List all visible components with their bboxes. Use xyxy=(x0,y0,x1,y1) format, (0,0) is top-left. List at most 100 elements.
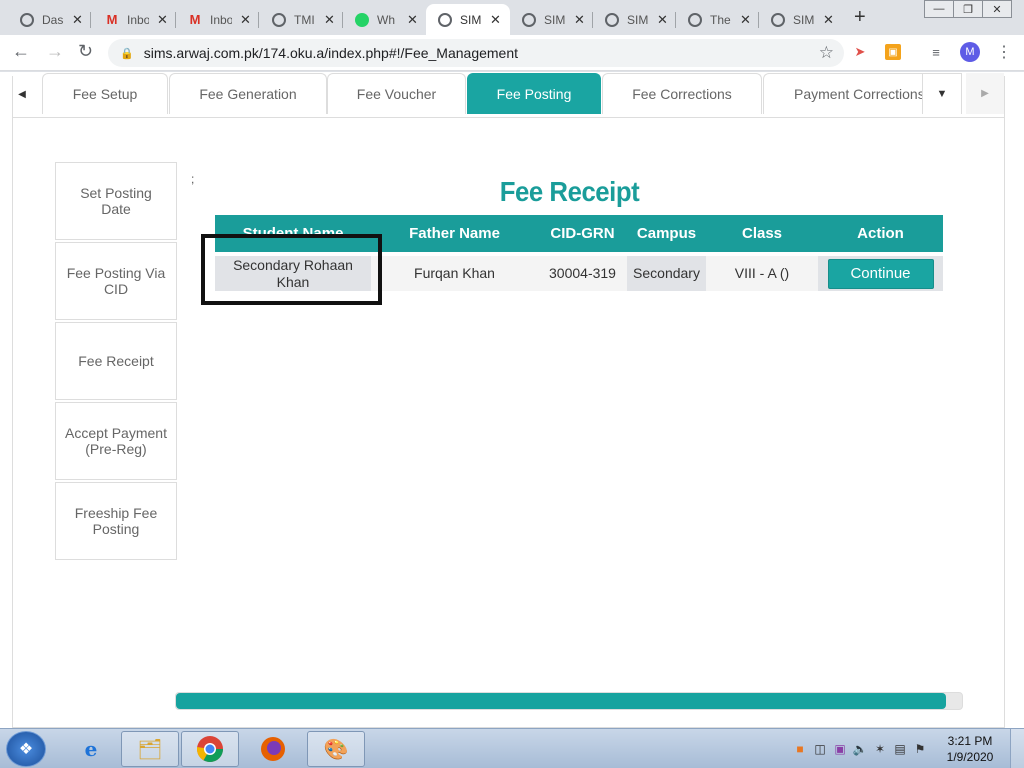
bluetooth-icon[interactable]: ✶ xyxy=(870,742,890,756)
browser-tab[interactable]: Wh ✕ xyxy=(343,4,423,35)
browser-tab[interactable]: M Inbo ✕ xyxy=(93,4,173,35)
column-header-action: Action xyxy=(818,215,943,254)
address-bar[interactable]: 🔒 sims.arwaj.com.pk/174.oku.a/index.php#… xyxy=(108,39,844,67)
column-header-father-name: Father Name xyxy=(371,215,538,254)
fee-posting-side-nav: Set Posting Date Fee Posting Via CID Fee… xyxy=(55,162,177,562)
close-tab-icon[interactable]: ✕ xyxy=(823,12,834,28)
restore-icon[interactable]: ❐ xyxy=(953,0,983,18)
action-center-flag-icon[interactable]: ⚑ xyxy=(910,742,930,756)
tray-app2-icon[interactable]: ▣ xyxy=(830,742,850,756)
globe-icon xyxy=(272,12,286,27)
close-tab-icon[interactable]: ✕ xyxy=(240,12,251,28)
cell-action: Continue xyxy=(818,252,943,291)
chrome-icon[interactable] xyxy=(181,731,239,767)
table-row: Secondary Rohaan Khan Furqan Khan 30004-… xyxy=(215,252,943,291)
close-tab-icon[interactable]: ✕ xyxy=(657,12,668,28)
globe-icon xyxy=(522,12,536,27)
sidenav-item-fee-receipt[interactable]: Fee Receipt xyxy=(55,322,177,400)
progress-bar xyxy=(175,692,963,710)
browser-tab[interactable]: The ✕ xyxy=(676,4,756,35)
close-tab-icon[interactable]: ✕ xyxy=(574,12,585,28)
globe-icon xyxy=(20,12,34,27)
browser-tab-title: Inbo xyxy=(210,12,232,27)
tabs-dropdown-icon[interactable]: ▼ xyxy=(922,73,962,114)
windows-start-icon[interactable]: ❖ xyxy=(6,731,46,767)
clock-date: 1/9/2020 xyxy=(946,750,994,764)
taskbar-clock[interactable]: 3:21 PM 1/9/2020 xyxy=(930,733,1010,765)
windows-taskbar: ❖ e 🗂 🎨 ■ ◫ ▣ 🔈 ✶ ▤ ⚑ 3:21 PM 1/9/2020 xyxy=(0,728,1024,768)
close-tab-icon[interactable]: ✕ xyxy=(490,12,501,28)
more-menu-icon[interactable]: ⋮ xyxy=(996,42,1012,62)
browser-tab-active[interactable]: SIM ✕ xyxy=(426,4,510,35)
globe-icon xyxy=(771,12,785,27)
browser-tab-title: SIM xyxy=(627,12,649,27)
close-tab-icon[interactable]: ✕ xyxy=(740,12,751,28)
gmail-icon: M xyxy=(189,12,201,27)
close-tab-icon[interactable]: ✕ xyxy=(324,12,335,28)
whatsapp-icon xyxy=(355,12,369,27)
window-controls: — ❐ ✕ xyxy=(924,0,1012,18)
column-header-campus: Campus xyxy=(627,215,706,254)
browser-tab-title: SIM xyxy=(793,12,815,27)
tab-fee-posting[interactable]: Fee Posting xyxy=(467,73,601,114)
column-header-class: Class xyxy=(706,215,818,254)
browser-tab-title: Das xyxy=(42,12,64,27)
cell-cid-grn: 30004-319 xyxy=(538,252,627,291)
tabs-scroll-left-icon[interactable]: ◀ xyxy=(14,80,30,108)
fee-receipt-table: Student Name Father Name CID-GRN Campus … xyxy=(215,215,943,291)
file-explorer-icon[interactable]: 🗂 xyxy=(121,731,179,767)
tray-device-icon[interactable]: ◫ xyxy=(810,742,830,756)
back-arrow-icon[interactable]: ← xyxy=(12,41,30,62)
profile-avatar[interactable]: M xyxy=(960,42,980,62)
tab-fee-corrections[interactable]: Fee Corrections xyxy=(602,73,762,114)
close-tab-icon[interactable]: ✕ xyxy=(407,12,418,28)
cell-father-name: Furqan Khan xyxy=(371,252,538,291)
volume-icon[interactable]: 🔈 xyxy=(850,742,870,756)
gmail-icon: M xyxy=(106,12,118,27)
tab-fee-setup[interactable]: Fee Setup xyxy=(42,73,168,114)
continue-button[interactable]: Continue xyxy=(827,258,934,289)
close-window-icon[interactable]: ✕ xyxy=(982,0,1012,18)
browser-tab[interactable]: SIM ✕ xyxy=(510,4,590,35)
cell-class: VIII - A () xyxy=(706,252,818,291)
close-tab-icon[interactable]: ✕ xyxy=(157,12,168,28)
browser-toolbar: ← → ↻ 🔒 sims.arwaj.com.pk/174.oku.a/inde… xyxy=(0,35,1024,71)
internet-explorer-icon[interactable]: e xyxy=(62,731,120,767)
show-desktop-button[interactable] xyxy=(1010,729,1024,768)
paint-icon[interactable]: 🎨 xyxy=(307,731,365,767)
close-tab-icon[interactable]: ✕ xyxy=(72,12,83,28)
network-icon[interactable]: ▤ xyxy=(890,742,910,756)
browser-tab[interactable]: TMI ✕ xyxy=(260,4,340,35)
column-header-cid-grn: CID-GRN xyxy=(538,215,627,254)
url-text: sims.arwaj.com.pk/174.oku.a/index.php#!/… xyxy=(143,45,519,61)
lock-icon: 🔒 xyxy=(120,47,134,60)
tab-payment-corrections[interactable]: Payment Corrections xyxy=(763,73,923,114)
bookmark-star-icon[interactable]: ☆ xyxy=(819,43,834,63)
tabs-scroll-right-icon[interactable]: ▶ xyxy=(966,73,1004,114)
clock-time: 3:21 PM xyxy=(947,734,993,748)
minimize-icon[interactable]: — xyxy=(924,0,954,18)
reload-icon[interactable]: ↻ xyxy=(78,41,93,62)
extension-translate-icon[interactable]: ▣ xyxy=(885,44,901,60)
extension-cast-icon[interactable]: ➤ xyxy=(852,44,868,60)
tray-app-icon[interactable]: ■ xyxy=(790,742,810,756)
tab-fee-voucher[interactable]: Fee Voucher xyxy=(327,73,466,114)
browser-tab[interactable]: SIM ✕ xyxy=(593,4,673,35)
sidenav-item-set-posting-date[interactable]: Set Posting Date xyxy=(55,162,177,240)
browser-tab[interactable]: SIM ✕ xyxy=(759,4,839,35)
browser-tab[interactable]: M Inbo ✕ xyxy=(176,4,256,35)
new-tab-button[interactable]: + xyxy=(854,6,866,29)
table-header-row: Student Name Father Name CID-GRN Campus … xyxy=(215,215,943,254)
browser-tab-title: SIM xyxy=(544,12,566,27)
page-title: Fee Receipt xyxy=(499,176,640,207)
cell-student-name: Secondary Rohaan Khan xyxy=(215,252,371,291)
system-tray: ■ ◫ ▣ 🔈 ✶ ▤ ⚑ 3:21 PM 1/9/2020 xyxy=(790,729,1024,768)
sidenav-item-accept-payment[interactable]: Accept Payment (Pre-Reg) xyxy=(55,402,177,480)
tab-fee-generation[interactable]: Fee Generation xyxy=(169,73,327,114)
media-controls-icon[interactable]: ≡ xyxy=(928,44,944,60)
browser-tab[interactable]: Das ✕ xyxy=(8,4,88,35)
sidenav-item-fee-posting-via-cid[interactable]: Fee Posting Via CID xyxy=(55,242,177,320)
firefox-icon[interactable] xyxy=(244,731,302,767)
forward-arrow-icon[interactable]: → xyxy=(46,41,64,62)
sidenav-item-freeship-fee-posting[interactable]: Freeship Fee Posting xyxy=(55,482,177,560)
